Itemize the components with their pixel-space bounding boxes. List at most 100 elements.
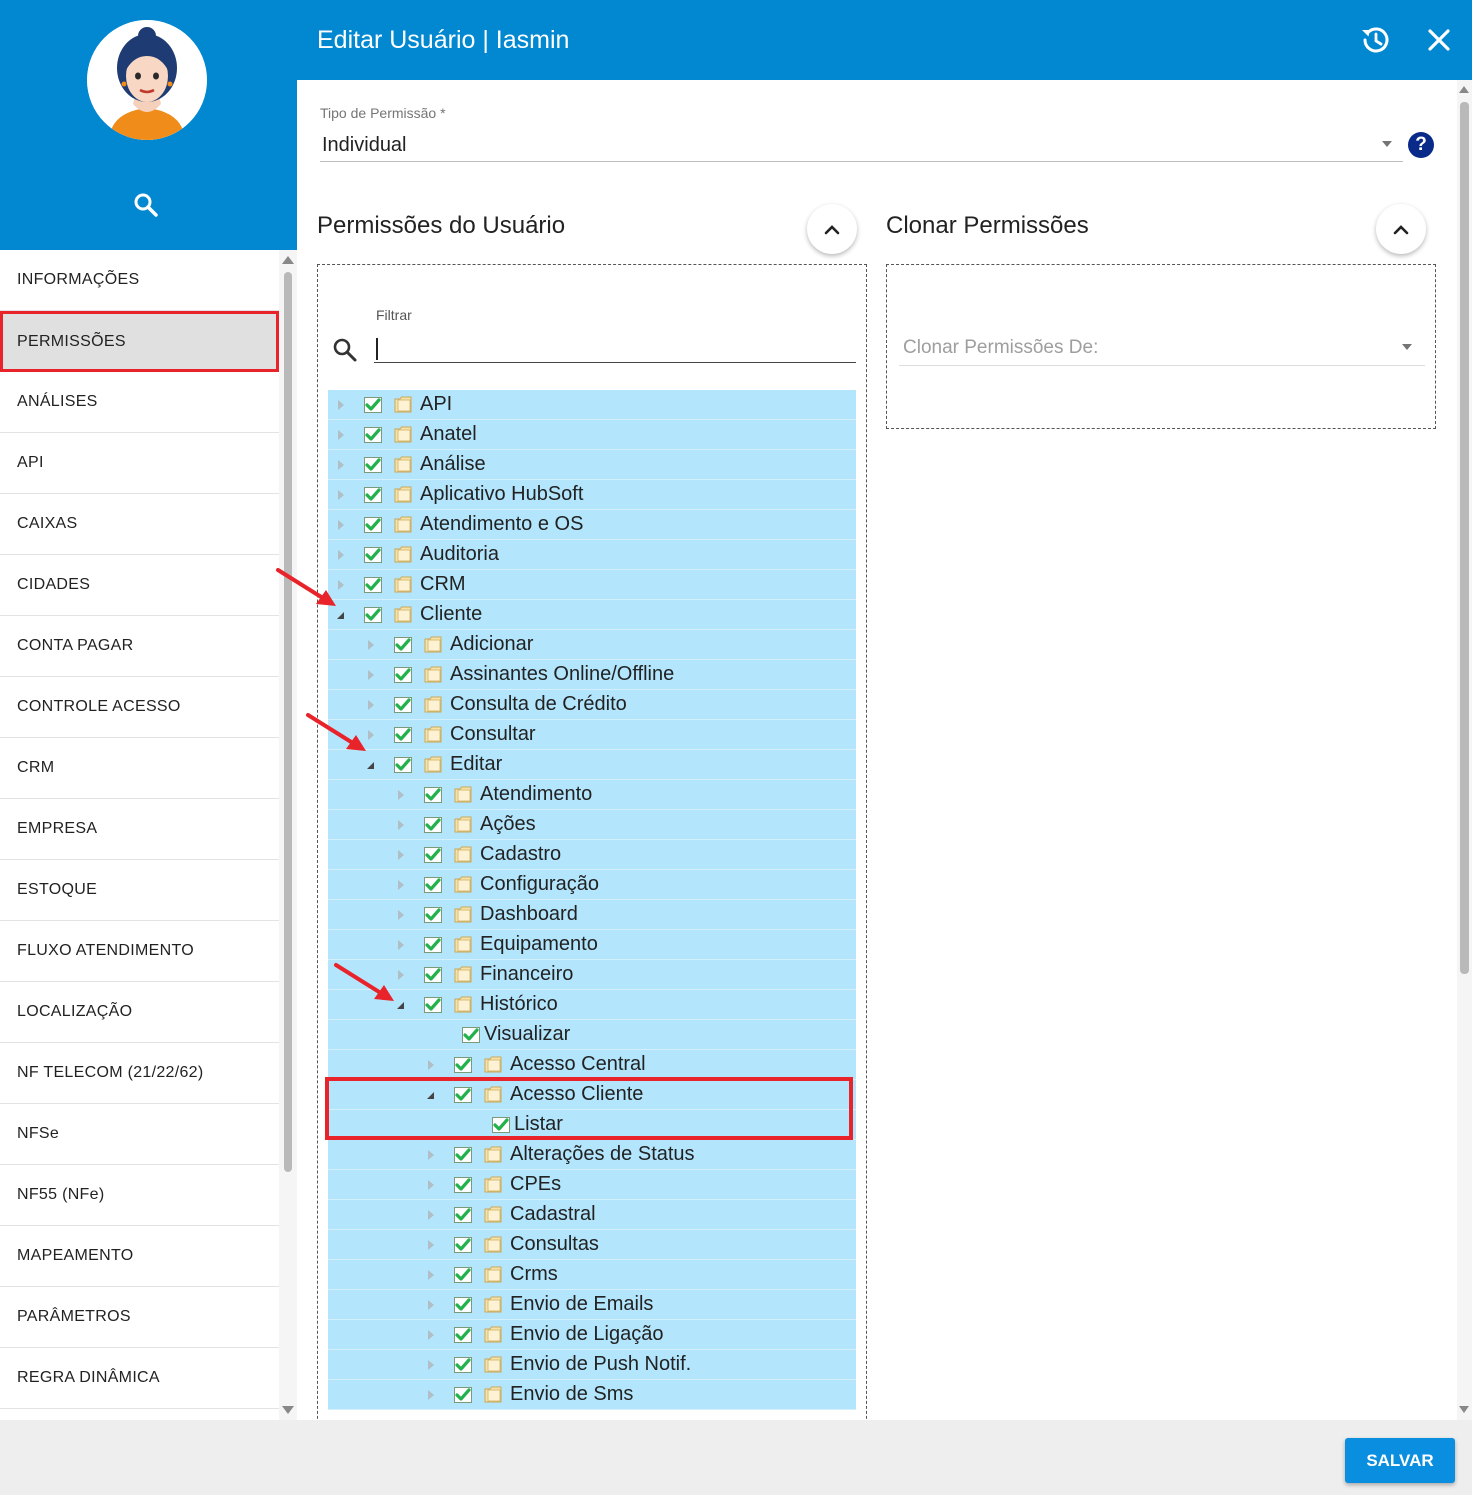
checkbox-checked-icon[interactable] — [364, 606, 382, 623]
expand-triangle-icon[interactable] — [394, 788, 408, 802]
sidebar-item-nf-telecom-21-22-62[interactable]: NF TELECOM (21/22/62) — [0, 1043, 279, 1104]
tree-node[interactable]: API — [328, 390, 856, 420]
tree-node[interactable]: Consulta de Crédito — [328, 690, 856, 720]
checkbox-checked-icon[interactable] — [364, 516, 382, 533]
checkbox-checked-icon[interactable] — [394, 666, 412, 683]
checkbox-checked-icon[interactable] — [454, 1206, 472, 1223]
expand-triangle-icon[interactable] — [394, 908, 408, 922]
sidebar-item-analises[interactable]: ANÁLISES — [0, 372, 279, 433]
checkbox-checked-icon[interactable] — [424, 906, 442, 923]
expand-triangle-icon[interactable] — [424, 1178, 438, 1192]
checkbox-checked-icon[interactable] — [454, 1176, 472, 1193]
tree-node[interactable]: Atendimento — [328, 780, 856, 810]
sidebar-item-conta-pagar[interactable]: CONTA PAGAR — [0, 616, 279, 677]
tree-node[interactable]: Dashboard — [328, 900, 856, 930]
clone-permissions-select[interactable]: Clonar Permissões De: — [903, 337, 1098, 359]
expand-triangle-icon[interactable] — [334, 488, 348, 502]
checkbox-checked-icon[interactable] — [364, 546, 382, 563]
checkbox-checked-icon[interactable] — [462, 1026, 480, 1043]
history-icon[interactable] — [1359, 24, 1391, 56]
sidebar-item-crm[interactable]: CRM — [0, 738, 279, 799]
sidebar-item-cidades[interactable]: CIDADES — [0, 555, 279, 616]
close-icon[interactable] — [1425, 26, 1453, 54]
tree-node[interactable]: Editar — [328, 750, 856, 780]
tree-node[interactable]: Cadastro — [328, 840, 856, 870]
sidebar-item-nf55-nfe[interactable]: NF55 (NFe) — [0, 1165, 279, 1226]
checkbox-checked-icon[interactable] — [424, 936, 442, 953]
checkbox-checked-icon[interactable] — [454, 1326, 472, 1343]
expand-triangle-icon[interactable] — [424, 1058, 438, 1072]
tree-node[interactable]: Envio de Push Notif. — [328, 1350, 856, 1380]
collapse-clone-permissions-button[interactable] — [1376, 204, 1426, 254]
checkbox-checked-icon[interactable] — [454, 1146, 472, 1163]
checkbox-checked-icon[interactable] — [394, 756, 412, 773]
checkbox-checked-icon[interactable] — [364, 486, 382, 503]
sidebar-item-regra-dinamica[interactable]: REGRA DINÂMICA — [0, 1348, 279, 1409]
expand-triangle-icon[interactable] — [424, 1148, 438, 1162]
checkbox-checked-icon[interactable] — [454, 1236, 472, 1253]
search-icon[interactable] — [132, 191, 160, 219]
content-scrollbar[interactable] — [1457, 80, 1472, 1420]
expand-triangle-icon[interactable] — [334, 428, 348, 442]
tree-node[interactable]: Envio de Sms — [328, 1380, 856, 1410]
save-button[interactable]: SALVAR — [1345, 1438, 1455, 1483]
expand-triangle-icon[interactable] — [394, 938, 408, 952]
tree-node[interactable]: Consultar — [328, 720, 856, 750]
tree-node[interactable]: Acesso Central — [328, 1050, 856, 1080]
expand-triangle-icon[interactable] — [394, 818, 408, 832]
expand-triangle-icon[interactable] — [364, 638, 378, 652]
collapse-user-permissions-button[interactable] — [807, 204, 857, 254]
sidebar-item-localizacao[interactable]: LOCALIZAÇÃO — [0, 982, 279, 1043]
expand-triangle-icon[interactable] — [334, 458, 348, 472]
checkbox-checked-icon[interactable] — [454, 1056, 472, 1073]
sidebar-item-api[interactable]: API — [0, 433, 279, 494]
checkbox-checked-icon[interactable] — [394, 696, 412, 713]
sidebar-item-controle-acesso[interactable]: CONTROLE ACESSO — [0, 677, 279, 738]
tree-node[interactable]: Auditoria — [328, 540, 856, 570]
checkbox-checked-icon[interactable] — [424, 846, 442, 863]
tree-node[interactable]: Consultas — [328, 1230, 856, 1260]
expand-triangle-icon[interactable] — [334, 398, 348, 412]
checkbox-checked-icon[interactable] — [424, 816, 442, 833]
tree-node[interactable]: CRM — [328, 570, 856, 600]
sidebar-scroll-thumb[interactable] — [284, 272, 292, 1172]
expand-triangle-icon[interactable] — [424, 1298, 438, 1312]
tree-node[interactable]: Envio de Ligação — [328, 1320, 856, 1350]
sidebar-item-informacoes[interactable]: INFORMAÇÕES — [0, 250, 279, 311]
tree-node[interactable]: Ações — [328, 810, 856, 840]
checkbox-checked-icon[interactable] — [454, 1386, 472, 1403]
expand-triangle-icon[interactable] — [424, 1358, 438, 1372]
expand-triangle-icon[interactable] — [424, 1238, 438, 1252]
filter-input[interactable] — [374, 335, 856, 363]
tree-node[interactable]: Atendimento e OS — [328, 510, 856, 540]
checkbox-checked-icon[interactable] — [394, 726, 412, 743]
tree-node[interactable]: Assinantes Online/Offline — [328, 660, 856, 690]
checkbox-checked-icon[interactable] — [454, 1266, 472, 1283]
sidebar-item-parametros[interactable]: PARÂMETROS — [0, 1287, 279, 1348]
expand-triangle-icon[interactable] — [334, 518, 348, 532]
tree-node[interactable]: Anatel — [328, 420, 856, 450]
tree-node[interactable]: Adicionar — [328, 630, 856, 660]
expand-triangle-icon[interactable] — [424, 1328, 438, 1342]
tree-node[interactable]: Visualizar — [328, 1020, 856, 1050]
sidebar-item-fluxo-atendimento[interactable]: FLUXO ATENDIMENTO — [0, 921, 279, 982]
tree-node[interactable]: Envio de Emails — [328, 1290, 856, 1320]
checkbox-checked-icon[interactable] — [364, 456, 382, 473]
checkbox-checked-icon[interactable] — [394, 636, 412, 653]
checkbox-checked-icon[interactable] — [364, 396, 382, 413]
checkbox-checked-icon[interactable] — [364, 426, 382, 443]
tree-node[interactable]: CPEs — [328, 1170, 856, 1200]
sidebar-item-empresa[interactable]: EMPRESA — [0, 799, 279, 860]
expand-triangle-icon[interactable] — [424, 1208, 438, 1222]
permission-type-select[interactable]: Individual — [322, 134, 407, 157]
sidebar-scrollbar[interactable] — [279, 250, 297, 1420]
content-scroll-thumb[interactable] — [1460, 102, 1469, 974]
checkbox-checked-icon[interactable] — [424, 786, 442, 803]
expand-triangle-icon[interactable] — [364, 668, 378, 682]
expand-triangle-icon[interactable] — [394, 878, 408, 892]
checkbox-checked-icon[interactable] — [454, 1356, 472, 1373]
expand-triangle-icon[interactable] — [424, 1388, 438, 1402]
expand-triangle-icon[interactable] — [394, 848, 408, 862]
checkbox-checked-icon[interactable] — [424, 996, 442, 1013]
sidebar-item-nfse[interactable]: NFSe — [0, 1104, 279, 1165]
